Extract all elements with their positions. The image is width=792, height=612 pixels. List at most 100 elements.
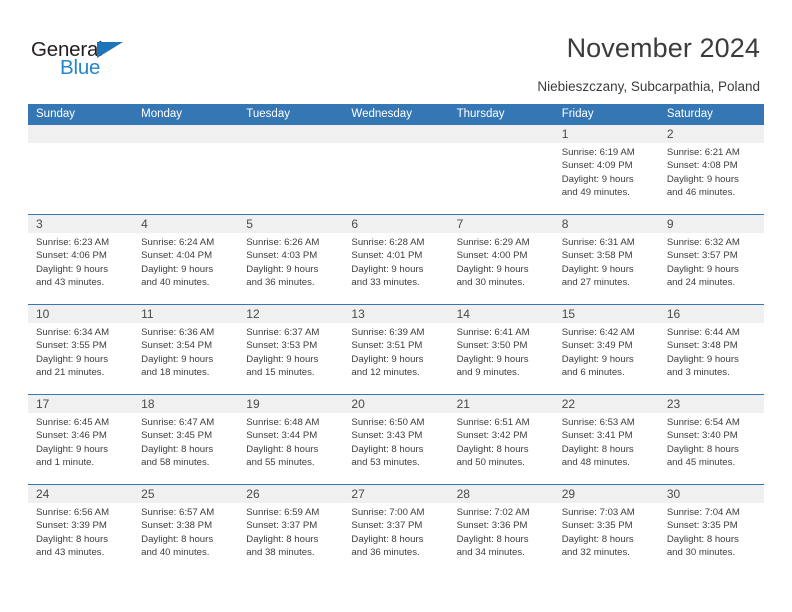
day-number[interactable]: 4 [133,215,238,233]
sunrise-text: Sunrise: 6:31 AM [561,237,635,248]
daylight-text: Daylight: 9 hours [36,263,108,275]
daylight-text: and 40 minutes. [141,547,210,559]
daylight-text: Daylight: 9 hours [561,353,634,365]
day-cell[interactable]: Sunrise: 6:54 AM Sunset: 3:40 PM Daylight:… [659,413,764,484]
sunset-text: Sunset: 3:51 PM [351,340,423,352]
day-number[interactable]: 26 [238,485,343,503]
day-number[interactable]: 25 [133,485,238,503]
week-date-band: 24 25 26 27 28 29 30 [28,485,764,503]
day-number[interactable]: 28 [449,485,554,503]
sunset-text: Sunset: 3:40 PM [666,430,738,442]
day-number[interactable]: 3 [28,215,133,233]
sunrise-text: Sunrise: 6:37 AM [246,327,320,338]
daylight-text: and 6 minutes. [561,367,625,379]
day-number[interactable]: 15 [554,305,659,323]
day-cell[interactable]: Sunrise: 6:47 AM Sunset: 3:45 PM Daylight:… [133,413,238,484]
sunset-text: Sunset: 4:03 PM [246,250,318,262]
day-cell[interactable]: Sunrise: 6:31 AM Sunset: 3:58 PM Daylight:… [554,233,659,304]
day-cell[interactable]: Sunrise: 6:56 AM Sunset: 3:39 PM Daylight:… [28,503,133,574]
sunrise-text: Sunrise: 6:32 AM [666,237,740,248]
day-number[interactable]: 20 [343,395,448,413]
daylight-text: and 12 minutes. [351,367,420,379]
daylight-text: and 30 minutes. [666,547,736,559]
day-cell[interactable]: Sunrise: 6:48 AM Sunset: 3:44 PM Daylight:… [238,413,343,484]
day-number[interactable]: 6 [343,215,448,233]
day-cell[interactable]: Sunrise: 6:21 AM Sunset: 4:08 PM Daylight:… [659,143,764,214]
day-number[interactable]: 10 [28,305,133,323]
sunrise-text: Sunrise: 6:39 AM [351,327,425,338]
day-number[interactable]: 9 [659,215,764,233]
daylight-text: and 36 minutes. [246,277,315,289]
sunset-text: Sunset: 3:39 PM [36,520,107,532]
day-cell[interactable]: Sunrise: 6:39 AM Sunset: 3:51 PM Daylight:… [343,323,448,394]
day-number[interactable]: 23 [659,395,764,413]
day-number[interactable]: 1 [554,125,659,143]
daylight-text: and 36 minutes. [351,547,420,559]
day-number[interactable]: 21 [449,395,554,413]
day-cell[interactable]: Sunrise: 6:45 AM Sunset: 3:46 PM Daylight:… [28,413,133,484]
daylight-text: and 32 minutes. [561,547,630,559]
daylight-text: Daylight: 8 hours [246,533,319,545]
day-number[interactable]: 14 [449,305,554,323]
day-cell[interactable]: Sunrise: 6:28 AM Sunset: 4:01 PM Daylight:… [343,233,448,304]
day-number[interactable]: 7 [449,215,554,233]
day-cell[interactable]: Sunrise: 7:02 AM Sunset: 3:36 PM Daylight:… [449,503,554,574]
day-cell[interactable]: Sunrise: 6:51 AM Sunset: 3:42 PM Daylight:… [449,413,554,484]
day-number[interactable]: 29 [554,485,659,503]
day-cell[interactable]: Sunrise: 6:19 AM Sunset: 4:09 PM Daylight:… [554,143,659,214]
day-number[interactable]: 13 [343,305,448,323]
day-cell[interactable]: Sunrise: 6:53 AM Sunset: 3:41 PM Daylight:… [554,413,659,484]
sunrise-text: Sunrise: 6:26 AM [246,237,320,248]
day-cell[interactable]: Sunrise: 6:32 AM Sunset: 3:57 PM Daylight:… [659,233,764,304]
day-cell[interactable]: Sunrise: 6:24 AM Sunset: 4:04 PM Daylight:… [133,233,238,304]
day-cell[interactable]: Sunrise: 6:34 AM Sunset: 3:55 PM Daylight:… [28,323,133,394]
day-cell[interactable]: Sunrise: 7:00 AM Sunset: 3:37 PM Daylight:… [343,503,448,574]
day-number[interactable]: 22 [554,395,659,413]
daylight-text: Daylight: 9 hours [456,353,529,365]
daylight-text: and 43 minutes. [36,277,105,289]
day-number[interactable]: 11 [133,305,238,323]
day-number[interactable]: 30 [659,485,764,503]
day-cell[interactable]: Sunrise: 7:04 AM Sunset: 3:35 PM Daylight:… [659,503,764,574]
day-cell[interactable]: Sunrise: 7:03 AM Sunset: 3:35 PM Daylight:… [554,503,659,574]
daylight-text: Daylight: 9 hours [666,353,739,365]
weekday-header-saturday: Saturday [666,108,713,120]
day-cell[interactable]: Sunrise: 6:57 AM Sunset: 3:38 PM Daylight:… [133,503,238,574]
general-blue-logo[interactable]: General Blue [31,39,151,85]
day-cell[interactable]: Sunrise: 6:44 AM Sunset: 3:48 PM Daylight:… [659,323,764,394]
sunrise-text: Sunrise: 7:02 AM [456,507,530,518]
day-number[interactable]: 24 [28,485,133,503]
day-cell-empty [449,143,554,214]
calendar-grid: Sunday Monday Tuesday Wednesday Thursday… [28,104,764,574]
day-cell[interactable]: Sunrise: 6:50 AM Sunset: 3:43 PM Daylight:… [343,413,448,484]
sunrise-text: Sunrise: 6:21 AM [666,147,740,158]
day-number[interactable]: 18 [133,395,238,413]
day-number[interactable]: 19 [238,395,343,413]
day-cell[interactable]: Sunrise: 6:26 AM Sunset: 4:03 PM Daylight:… [238,233,343,304]
day-number[interactable]: 17 [28,395,133,413]
day-number[interactable]: 2 [659,125,764,143]
sunset-text: Sunset: 4:00 PM [456,250,528,262]
day-cell[interactable]: Sunrise: 6:23 AM Sunset: 4:06 PM Daylight:… [28,233,133,304]
day-number-empty [343,125,448,143]
day-number[interactable]: 27 [343,485,448,503]
sunset-text: Sunset: 4:09 PM [561,160,633,172]
day-number[interactable]: 16 [659,305,764,323]
calendar-week-row: 17 18 19 20 21 22 23 Sunrise: 6:45 AM Sunset: 3:… [28,394,764,484]
day-cell[interactable]: Sunrise: 6:37 AM Sunset: 3:53 PM Daylight:… [238,323,343,394]
sunrise-text: Sunrise: 6:36 AM [141,327,215,338]
day-cell[interactable]: Sunrise: 6:41 AM Sunset: 3:50 PM Daylight:… [449,323,554,394]
week-date-band: 17 18 19 20 21 22 23 [28,395,764,413]
daylight-text: and 58 minutes. [141,457,210,469]
day-cell[interactable]: Sunrise: 6:42 AM Sunset: 3:49 PM Daylight:… [554,323,659,394]
day-number[interactable]: 5 [238,215,343,233]
day-cell-empty [133,143,238,214]
day-cell[interactable]: Sunrise: 6:36 AM Sunset: 3:54 PM Daylight:… [133,323,238,394]
sunset-text: Sunset: 3:55 PM [36,340,107,352]
day-cell[interactable]: Sunrise: 6:29 AM Sunset: 4:00 PM Daylight:… [449,233,554,304]
sunset-text: Sunset: 3:37 PM [246,520,318,532]
day-number[interactable]: 8 [554,215,659,233]
day-cell[interactable]: Sunrise: 6:59 AM Sunset: 3:37 PM Daylight:… [238,503,343,574]
daylight-text: Daylight: 9 hours [456,263,529,275]
day-number[interactable]: 12 [238,305,343,323]
